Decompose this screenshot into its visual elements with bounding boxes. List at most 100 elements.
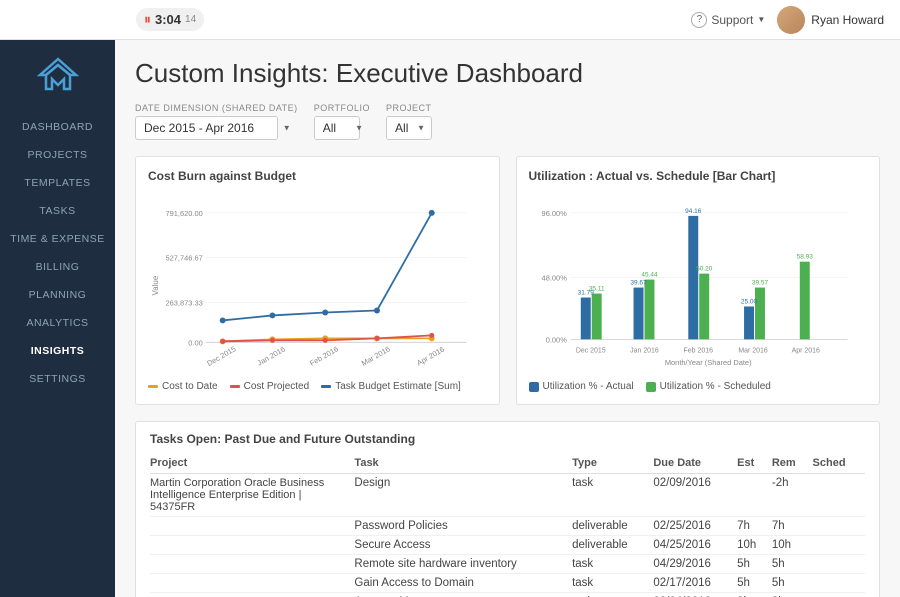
cell-rem: 5h (772, 574, 813, 593)
svg-text:96.00%: 96.00% (541, 209, 567, 218)
timer-time: 3:04 (155, 12, 181, 27)
svg-text:Feb 2016: Feb 2016 (683, 347, 713, 354)
svg-text:45.44: 45.44 (641, 272, 658, 279)
bar-mar-actual (744, 306, 754, 339)
cell-sched (813, 536, 865, 555)
table-row: Secure Accessdeliverable04/25/201610h10h (150, 536, 865, 555)
cell-sched (813, 517, 865, 536)
timer-badge[interactable]: ⏸ 3:04 14 (136, 8, 204, 31)
svg-text:Mar 2016: Mar 2016 (360, 344, 392, 368)
cell-due_date: 03/04/2016 (653, 593, 737, 597)
sidebar-item-planning[interactable]: PLANNING (0, 281, 115, 309)
svg-text:Dec 2015: Dec 2015 (205, 344, 237, 368)
legend-cost-projected-color (230, 385, 240, 388)
utilization-chart-panel: Utilization : Actual vs. Schedule [Bar C… (516, 156, 881, 405)
svg-text:Apr 2016: Apr 2016 (415, 345, 446, 368)
timer-pause-icon: ⏸ (144, 11, 151, 28)
tasks-table-panel: Tasks Open: Past Due and Future Outstand… (135, 421, 880, 597)
cell-rem: 5h (772, 555, 813, 574)
charts-row: Cost Burn against Budget Value 791,620.0… (135, 156, 880, 405)
col-type: Type (572, 454, 653, 474)
utilization-chart-title: Utilization : Actual vs. Schedule [Bar C… (529, 169, 868, 183)
tasks-table-title: Tasks Open: Past Due and Future Outstand… (150, 432, 865, 446)
svg-text:0.00%: 0.00% (545, 335, 567, 344)
cell-task: Design (354, 474, 572, 517)
cell-rem: 7h (772, 517, 813, 536)
legend-util-actual: Utilization % - Actual (529, 381, 634, 392)
table-row: Account Managementtask03/04/20168h8h (150, 593, 865, 597)
cell-sched (813, 593, 865, 597)
bar-jan-actual (633, 288, 643, 340)
legend-budget-estimate-color (321, 385, 331, 388)
cell-sched (813, 574, 865, 593)
cell-est: 7h (737, 517, 772, 536)
svg-text:Feb 2016: Feb 2016 (308, 344, 340, 368)
sidebar-item-insights[interactable]: INSIGHTS (0, 337, 115, 365)
cell-due_date: 02/09/2016 (653, 474, 737, 517)
table-row: Gain Access to Domaintask02/17/20165h5h (150, 574, 865, 593)
svg-text:263,873.33: 263,873.33 (165, 298, 202, 307)
filter-date: DATE DIMENSION (SHARED DATE) Dec 2015 - … (135, 103, 298, 140)
svg-text:Dec 2015: Dec 2015 (575, 347, 605, 354)
sidebar-item-tasks[interactable]: TASKS (0, 197, 115, 225)
legend-util-scheduled-color (646, 382, 656, 392)
svg-text:791,620.00: 791,620.00 (165, 209, 202, 218)
col-due-date: Due Date (653, 454, 737, 474)
cell-est: 5h (737, 574, 772, 593)
cell-due_date: 02/25/2016 (653, 517, 737, 536)
date-select[interactable]: Dec 2015 - Apr 2016 (135, 116, 278, 140)
legend-util-actual-color (529, 382, 539, 392)
legend-cost-projected: Cost Projected (230, 381, 310, 392)
legend-budget-estimate-label: Task Budget Estimate [Sum] (335, 381, 461, 392)
sidebar-item-settings[interactable]: SETTINGS (0, 365, 115, 393)
table-row: Remote site hardware inventorytask04/29/… (150, 555, 865, 574)
filters-row: DATE DIMENSION (SHARED DATE) Dec 2015 - … (135, 103, 880, 140)
cell-project (150, 536, 354, 555)
cell-project (150, 593, 354, 597)
utilization-chart-container: 96.00% 48.00% 0.00% (529, 191, 868, 375)
cell-due_date: 02/17/2016 (653, 574, 737, 593)
user-menu[interactable]: Ryan Howard (777, 6, 884, 34)
sidebar-item-projects[interactable]: PROJECTS (0, 141, 115, 169)
cost-burn-svg: Value 791,620.00 527,746.67 263,873.33 0… (148, 191, 487, 370)
cost-burn-chart-title: Cost Burn against Budget (148, 169, 487, 183)
timer-small: 14 (185, 14, 196, 25)
app-logo[interactable] (33, 52, 83, 97)
bar-dec-sched (591, 294, 601, 340)
legend-cost-projected-label: Cost Projected (244, 381, 310, 392)
col-est: Est (737, 454, 772, 474)
bar-jan-sched (644, 280, 654, 340)
sidebar-nav: DASHBOARD PROJECTS TEMPLATES TASKS TIME … (0, 113, 115, 393)
portfolio-select-wrapper: All (314, 116, 370, 140)
svg-text:Value: Value (151, 275, 160, 295)
cell-due_date: 04/29/2016 (653, 555, 737, 574)
cell-type: task (572, 555, 653, 574)
sidebar-item-billing[interactable]: BILLING (0, 253, 115, 281)
topbar: ⏸ 3:04 14 ? Support ▼ Ryan Howard (0, 0, 900, 40)
table-row: Password Policiesdeliverable02/25/20167h… (150, 517, 865, 536)
cell-type: task (572, 574, 653, 593)
col-project: Project (150, 454, 354, 474)
svg-text:48.00%: 48.00% (541, 274, 567, 283)
support-button[interactable]: ? Support ▼ (691, 12, 765, 28)
user-name: Ryan Howard (811, 13, 884, 27)
filter-portfolio: PORTFOLIO All (314, 103, 370, 140)
bar-apr-sched (799, 262, 809, 340)
svg-text:Month/Year (Shared Date): Month/Year (Shared Date) (664, 358, 751, 367)
col-task: Task (354, 454, 572, 474)
sidebar-item-templates[interactable]: TEMPLATES (0, 169, 115, 197)
project-select[interactable]: All (386, 116, 432, 140)
portfolio-select[interactable]: All (314, 116, 360, 140)
filter-portfolio-label: PORTFOLIO (314, 103, 370, 113)
svg-text:Jan 2016: Jan 2016 (256, 345, 287, 368)
question-icon: ? (691, 12, 707, 28)
sidebar-item-time-expense[interactable]: TIME & EXPENSE (0, 225, 115, 253)
support-chevron-icon: ▼ (757, 15, 765, 24)
main-layout: DASHBOARD PROJECTS TEMPLATES TASKS TIME … (0, 40, 900, 597)
cell-project (150, 555, 354, 574)
svg-text:0.00: 0.00 (188, 338, 203, 347)
sidebar-item-analytics[interactable]: ANALYTICS (0, 309, 115, 337)
sidebar-item-dashboard[interactable]: DASHBOARD (0, 113, 115, 141)
cell-est: 5h (737, 555, 772, 574)
cell-est: 8h (737, 593, 772, 597)
